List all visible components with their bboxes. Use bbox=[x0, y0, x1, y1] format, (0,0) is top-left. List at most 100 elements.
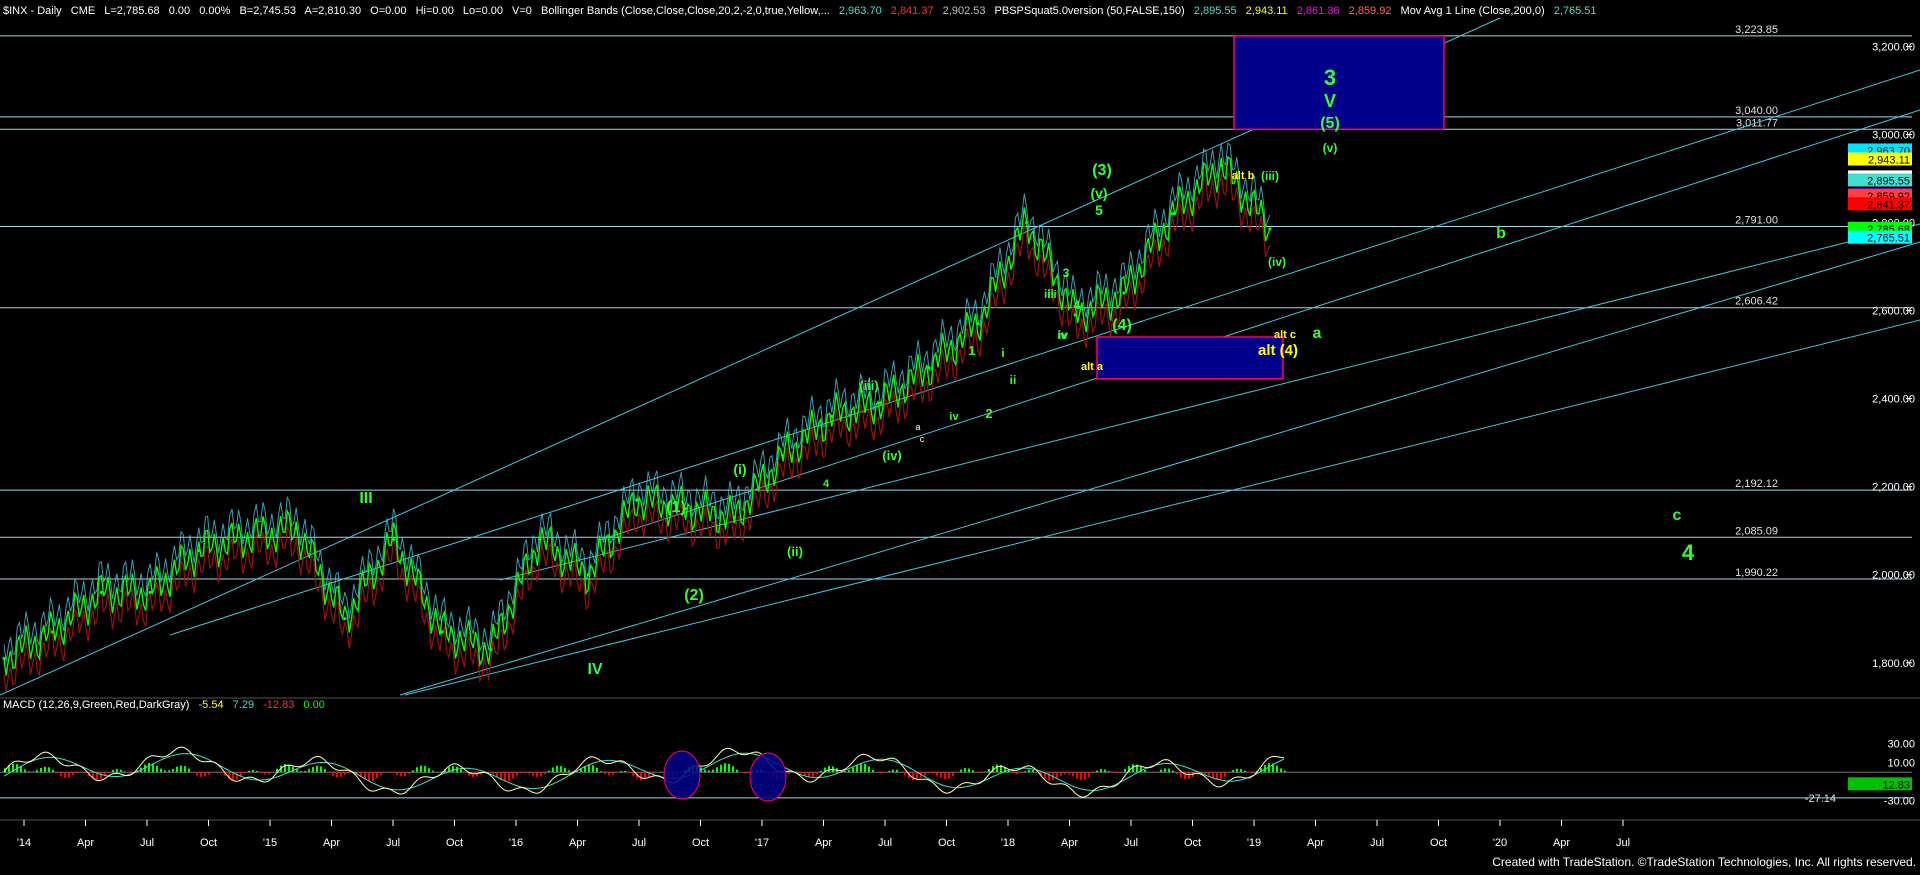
price-point bbox=[928, 366, 931, 369]
macd-hist-bar bbox=[888, 771, 890, 772]
macd-hist-bar bbox=[264, 772, 266, 774]
macd-hist-bar bbox=[964, 768, 966, 772]
macd-hist-bar bbox=[540, 772, 542, 776]
wave-label-green: 2 bbox=[985, 406, 992, 421]
bollinger-label: Bollinger Bands (Close,Close,Close,20,2,… bbox=[541, 5, 830, 17]
wave-label-green: c bbox=[1673, 507, 1682, 524]
time-label: Oct bbox=[446, 837, 463, 849]
macd-hist-bar bbox=[168, 770, 170, 772]
wave-label-green: 4 bbox=[1682, 540, 1695, 565]
price-point bbox=[392, 538, 395, 541]
time-label: Apr bbox=[569, 837, 586, 849]
time-label: '15 bbox=[263, 837, 277, 849]
macd-hist-bar bbox=[1096, 771, 1098, 773]
price-tick-label: 3,000.00 bbox=[1872, 129, 1915, 141]
macd-hist-bar bbox=[728, 764, 730, 772]
price-series bbox=[2, 143, 1271, 692]
macd-hist-bar bbox=[944, 772, 946, 779]
macd-hist-bar bbox=[1168, 769, 1170, 773]
price-badge-label: 2,895.55 bbox=[1867, 175, 1910, 187]
macd-hist-bar bbox=[632, 772, 634, 775]
macd-hist-bar bbox=[1132, 764, 1134, 772]
macd-hist-bar bbox=[556, 766, 558, 772]
macd-hist-bar bbox=[816, 772, 818, 774]
time-label: Oct bbox=[692, 837, 709, 849]
wave-label-green: 4 bbox=[823, 478, 830, 490]
macd-hist-bar bbox=[612, 772, 614, 774]
macd-highlight-ellipse bbox=[664, 751, 700, 799]
macd-hist-bar bbox=[512, 772, 514, 778]
squat-value-1: 2,895.55 bbox=[1194, 5, 1237, 17]
price-tick-label: 1,800.00 bbox=[1872, 658, 1915, 670]
macd-hist-bar bbox=[200, 772, 202, 777]
wave-label-green: (1) bbox=[666, 499, 686, 516]
bollinger-lower-line bbox=[4, 173, 1270, 692]
macd-hist-bar bbox=[536, 772, 538, 777]
macd-hist-bar bbox=[336, 772, 338, 777]
change-pct: 0.00% bbox=[199, 5, 230, 17]
time-label: Jul bbox=[140, 837, 154, 849]
macd-value-line: -5.54 bbox=[199, 699, 224, 711]
macd-hist-bar bbox=[164, 770, 166, 772]
wave-label-green: iii bbox=[1047, 289, 1056, 301]
price-point bbox=[100, 591, 103, 594]
price-point bbox=[489, 648, 492, 651]
chart-canvas[interactable]: 3,223.853,040.003,011.772,791.002,606.42… bbox=[0, 0, 1920, 870]
macd-hist-bar bbox=[424, 766, 426, 772]
macd-hist-bar bbox=[1076, 772, 1078, 779]
macd-hist-bar bbox=[1232, 770, 1234, 772]
macd-hist-bar bbox=[196, 772, 198, 775]
price-point bbox=[197, 549, 200, 552]
wave-label-white: c bbox=[920, 434, 925, 444]
macd-hist-bar bbox=[1032, 770, 1034, 772]
macd-hist-bar bbox=[260, 772, 262, 773]
time-label: Jul bbox=[632, 837, 646, 849]
macd-hist-bar bbox=[208, 772, 210, 774]
macd-hist-bar bbox=[56, 772, 58, 773]
macd-hist-bar bbox=[640, 772, 642, 780]
target-boxes bbox=[1097, 36, 1444, 379]
macd-hist-bar bbox=[36, 770, 38, 772]
macd-hist-bar bbox=[732, 766, 734, 772]
wave-label-yellow: alt c bbox=[1274, 329, 1296, 341]
macd-hist-bar bbox=[160, 769, 162, 773]
level-label: 2,192.12 bbox=[1735, 478, 1778, 490]
wave-label-green: 1 bbox=[968, 343, 975, 358]
macd-hist-bar bbox=[620, 771, 622, 772]
time-label: '16 bbox=[509, 837, 523, 849]
macd-hist-bar bbox=[744, 772, 746, 773]
macd-hist-bar bbox=[972, 770, 974, 772]
time-axis: '14AprJulOct'15AprJulOct'16AprJulOct'17A… bbox=[17, 820, 1630, 849]
mavg-value: 2,765.51 bbox=[1554, 5, 1597, 17]
price-line bbox=[4, 157, 1270, 676]
price-point bbox=[148, 591, 151, 594]
level-label: 2,791.00 bbox=[1735, 214, 1778, 226]
price-point bbox=[1171, 212, 1174, 215]
macd-hist-bar bbox=[460, 769, 462, 772]
macd-hist-bar bbox=[588, 765, 590, 772]
low: Lo=0.00 bbox=[463, 5, 503, 17]
macd-hist-bar bbox=[124, 772, 126, 773]
macd-hist-bar bbox=[1112, 772, 1114, 773]
macd-hist-bar bbox=[608, 772, 610, 775]
wave-labels: IIIIV(1)(2)(i)(ii)(iii)(iv)12iiiiiiiv345… bbox=[359, 65, 1695, 678]
macd-hist-bar bbox=[184, 766, 186, 772]
macd-hist-bar bbox=[452, 766, 454, 772]
wave-label-green: (5) bbox=[1320, 115, 1340, 132]
time-label: Apr bbox=[1307, 837, 1324, 849]
wave-label-green: (ii) bbox=[787, 544, 803, 559]
macd-hist-bar bbox=[296, 769, 298, 772]
macd-hist-bar bbox=[316, 766, 318, 772]
macd-hist-bar bbox=[1152, 772, 1154, 773]
macd-hist-bar bbox=[312, 767, 314, 772]
macd-hist-bar bbox=[308, 769, 310, 772]
macd-hist-bar bbox=[1228, 772, 1230, 773]
macd-hist-bar bbox=[984, 772, 986, 773]
macd-hist-bar bbox=[1080, 772, 1082, 780]
price-point bbox=[538, 538, 541, 541]
macd-hist-bar bbox=[912, 772, 914, 780]
macd-header: MACD (12,26,9,Green,Red,DarkGray) -5.54 … bbox=[3, 699, 325, 711]
macd-hist-bar bbox=[1124, 769, 1126, 772]
level-label: 1,990.22 bbox=[1735, 567, 1778, 579]
wave-label-green: (iv) bbox=[882, 448, 902, 463]
